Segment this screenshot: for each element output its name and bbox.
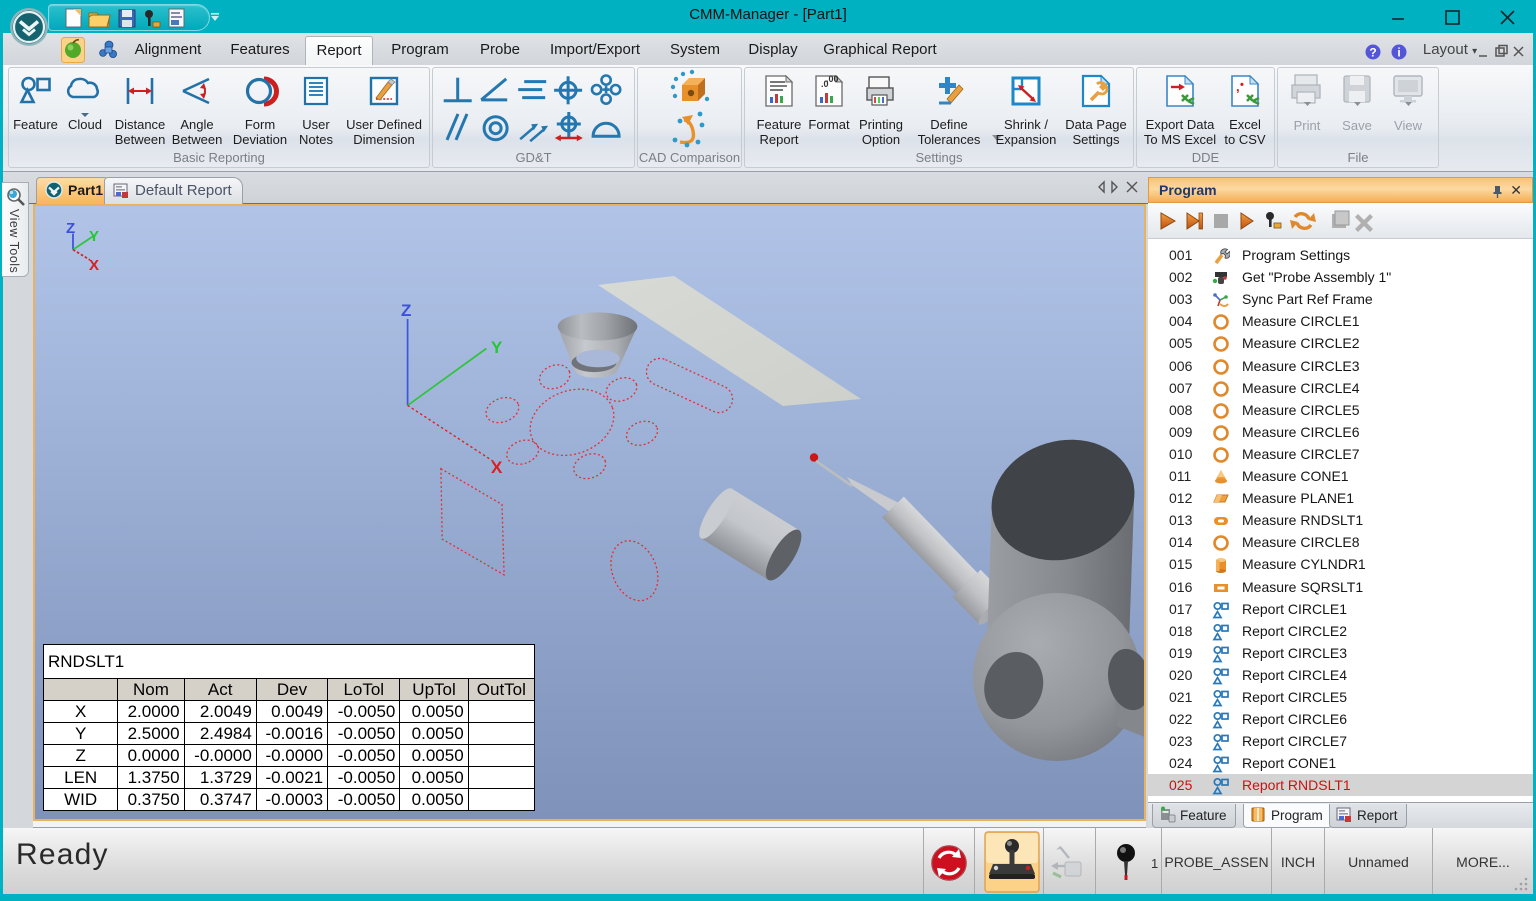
svg-text:1: 1 [1151, 856, 1158, 871]
svg-text:Z: Z [401, 301, 411, 320]
svg-text:i: i [1397, 46, 1400, 60]
svg-text:Y: Y [89, 228, 99, 245]
svg-text:X: X [491, 458, 503, 477]
svg-text:Z: Z [66, 220, 75, 237]
svg-text:.00: .00 [826, 74, 839, 84]
svg-text:X: X [89, 257, 99, 274]
svg-text:Y: Y [491, 338, 503, 357]
svg-text:?: ? [1369, 46, 1376, 60]
svg-text:•: • [1240, 79, 1244, 91]
